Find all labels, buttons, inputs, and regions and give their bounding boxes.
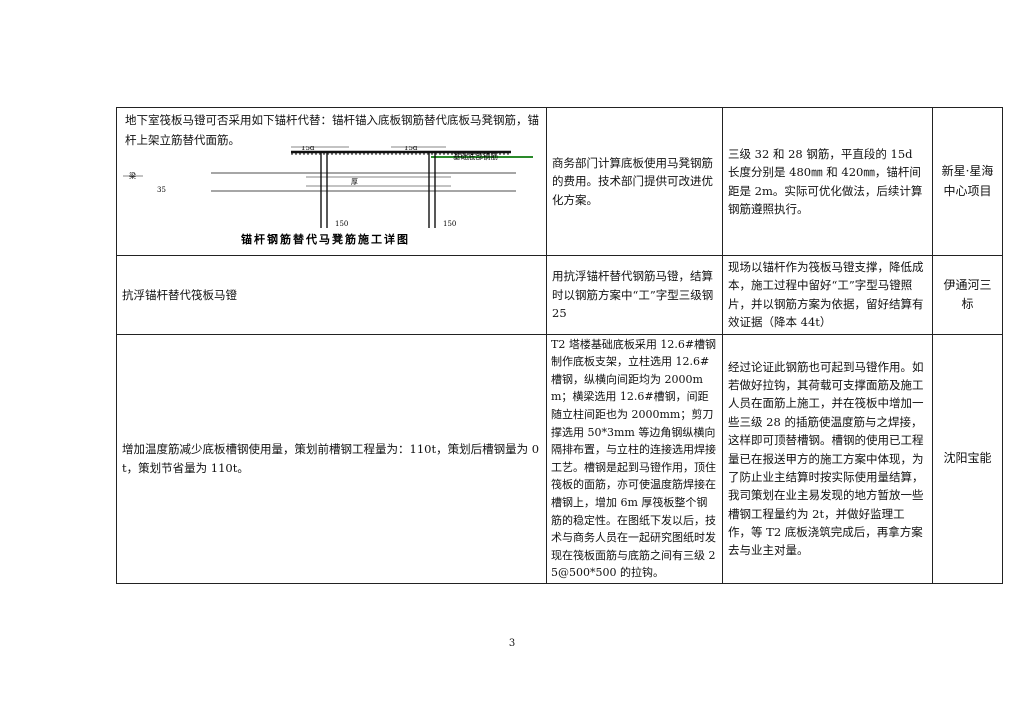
project-cell: 伊通河三标 <box>932 255 1003 335</box>
problem-cell: 抗浮锚杆替代筏板马镫 <box>116 255 547 335</box>
commercial-cell: 用抗浮锚杆替代钢筋马镫，结算时以钢筋方案中“工”字型三级钢 25 <box>546 255 723 335</box>
anchor-label-1: 150 <box>335 220 348 228</box>
dim-label-left: 15d <box>301 146 315 152</box>
slab-label: 厚 <box>351 178 358 186</box>
table-row: 10 增加温度筋减少底板槽钢使用量，策划前槽钢工程量为：110t，策划后槽钢量为… <box>116 333 1003 584</box>
measures-cell: 三级 32 和 28 钢筋，平直段的 15d 长度分别是 480㎜ 和 420㎜… <box>722 107 933 256</box>
anchor-rebar-detail-drawing: 15d 15d 基础底部钢筋 厚 梁 35 150 150 锚杆钢筋替代马凳筋施… <box>123 146 533 246</box>
problem-cell: 增加温度筋减少底板槽钢使用量，策划前槽钢工程量为：110t，策划后槽钢量为 0t… <box>116 333 547 584</box>
project-cell: 新星·星海中心项目 <box>932 107 1003 256</box>
measures-cell: 现场以锚杆作为筏板马镫支撑，降低成本，施工过程中留好“工”字型马镫照片，并以钢筋… <box>722 255 933 335</box>
page-number: 3 <box>508 638 516 649</box>
commercial-cell: T2 塔楼基础底板采用 12.6#槽钢制作底板支架，立柱选用 12.6#槽钢，纵… <box>546 333 723 584</box>
dim-label-right: 15d <box>404 146 418 152</box>
commercial-cell: 商务部门计算底板使用马凳钢筋的费用。技术部门提供可改进优化方案。 <box>546 107 723 256</box>
bar-label: 基础底部钢筋 <box>453 151 498 161</box>
measures-cell: 经过论证此钢筋也可起到马镫作用。如若做好拉钩，其荷载可支撑面筋及施工人员在面筋上… <box>722 333 933 584</box>
project-cell: 沈阳宝能 <box>932 333 1003 584</box>
table-row: 8 地下室筏板马镫可否采用如下锚杆代替：锚杆锚入底板钢筋替代底板马凳钢筋，锚杆上… <box>116 107 1003 256</box>
problem-text: 地下室筏板马镫可否采用如下锚杆代替：锚杆锚入底板钢筋替代底板马凳钢筋，锚杆上架立… <box>125 113 539 148</box>
drawing-caption: 锚杆钢筋替代马凳筋施工详图 <box>241 232 410 246</box>
table-row: 9 抗浮锚杆替代筏板马镫 用抗浮锚杆替代钢筋马镫，结算时以钢筋方案中“工”字型三… <box>116 255 1003 335</box>
problem-cell: 地下室筏板马镫可否采用如下锚杆代替：锚杆锚入底板钢筋替代底板马凳钢筋，锚杆上架立… <box>116 107 547 256</box>
cost-optimization-table: 8 地下室筏板马镫可否采用如下锚杆代替：锚杆锚入底板钢筋替代底板马凳钢筋，锚杆上… <box>116 107 1003 584</box>
left-label-1: 梁 <box>129 171 136 180</box>
left-label-2: 35 <box>157 186 166 194</box>
anchor-label-2: 150 <box>443 220 456 228</box>
